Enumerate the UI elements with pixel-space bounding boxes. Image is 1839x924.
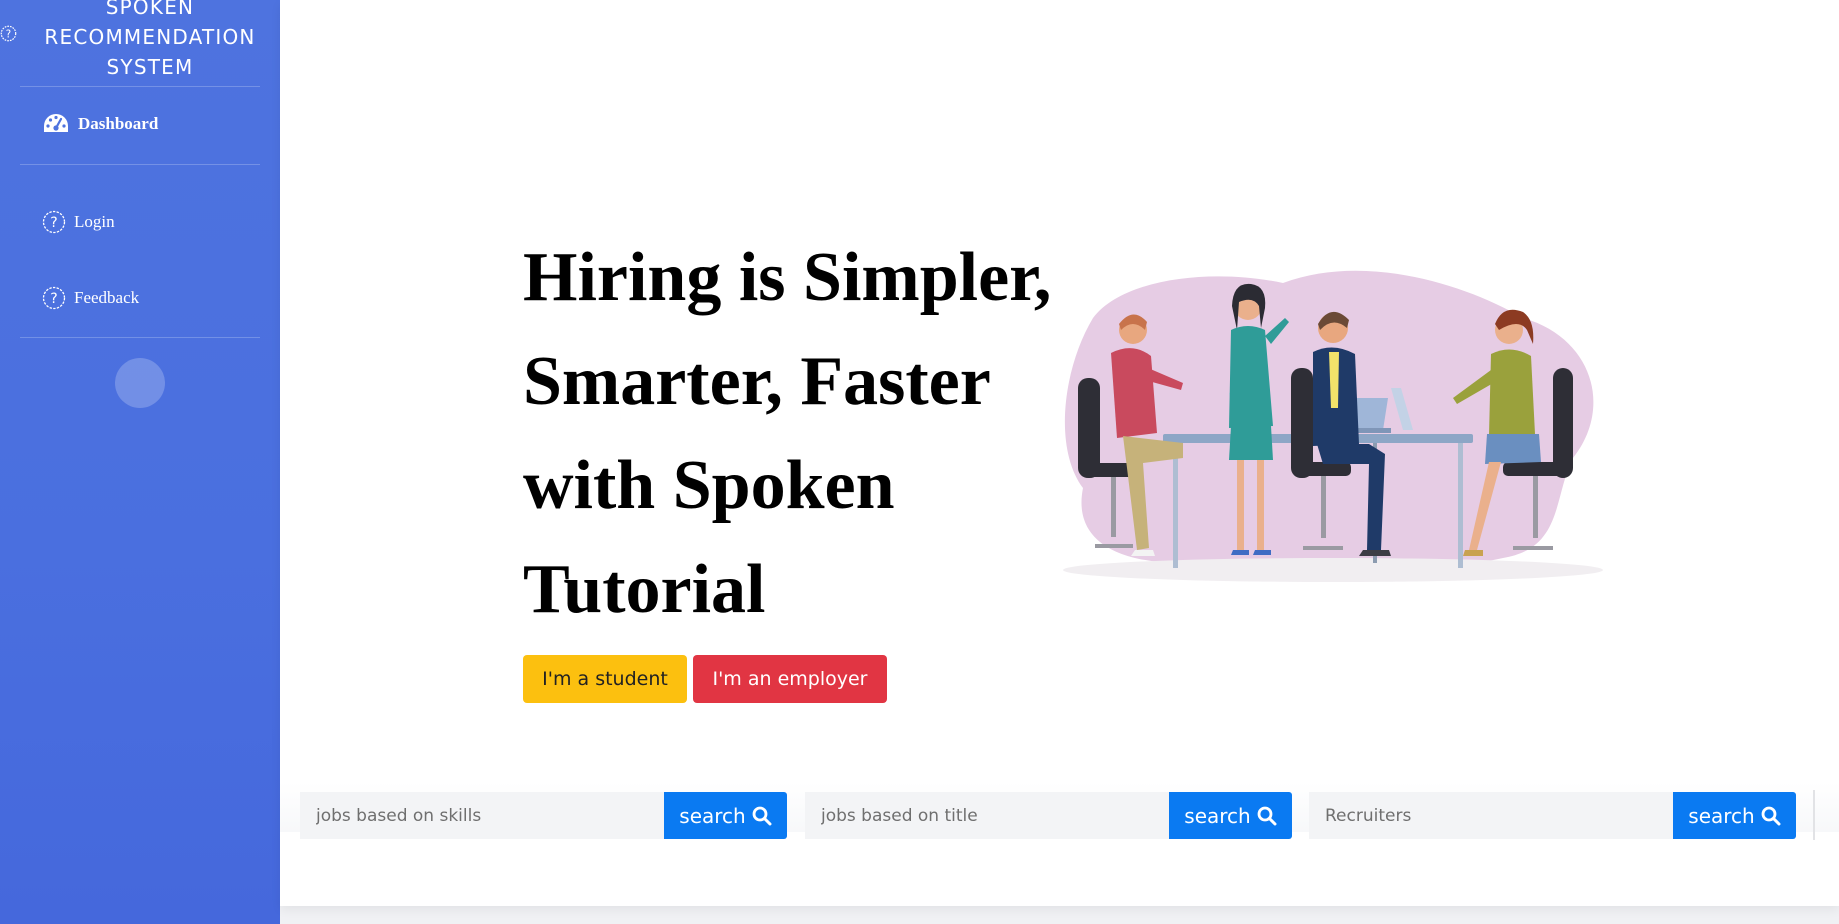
- search-icon: [1257, 806, 1277, 825]
- sidebar-item-login[interactable]: ? Login: [42, 210, 115, 234]
- search-title-group: search: [805, 792, 1292, 839]
- question-circle-icon: ?: [42, 210, 66, 234]
- search-icon: [752, 806, 772, 825]
- search-button-label: search: [1184, 803, 1251, 828]
- brand-line: SPOKEN: [105, 0, 195, 19]
- sidebar: ? SPOKEN RECOMMENDATION SYSTEM Dashboard…: [0, 0, 280, 924]
- hero-title: Hiring is Simpler, Smarter, Faster with …: [523, 226, 1083, 642]
- student-button[interactable]: I'm a student: [523, 655, 687, 703]
- brand-line: SYSTEM: [106, 55, 194, 79]
- hero-title-line: Smarter, Faster: [523, 343, 991, 420]
- search-skills-group: search: [300, 792, 787, 839]
- sidebar-divider: [20, 337, 260, 338]
- question-circle-icon: ?: [0, 25, 17, 42]
- search-title-button[interactable]: search: [1169, 792, 1292, 839]
- brand-title: SPOKEN RECOMMENDATION SYSTEM: [24, 0, 276, 82]
- search-button-label: search: [679, 803, 746, 828]
- hero-title-line: Tutorial: [523, 551, 766, 628]
- sidebar-item-feedback[interactable]: ? Feedback: [42, 286, 139, 310]
- search-icon: [1761, 806, 1781, 825]
- sidebar-item-label: Login: [74, 212, 115, 231]
- search-button-label: search: [1688, 803, 1755, 828]
- sidebar-item-label: Feedback: [74, 288, 140, 307]
- hero-title-line: with Spoken: [523, 447, 895, 524]
- search-recruiters-input[interactable]: [1309, 792, 1673, 839]
- sidebar-divider: [20, 86, 260, 87]
- search-skills-input[interactable]: [300, 792, 664, 839]
- sidebar-divider: [20, 164, 260, 165]
- sidebar-item-dashboard[interactable]: Dashboard: [42, 112, 158, 136]
- employer-button[interactable]: I'm an employer: [693, 655, 887, 703]
- search-recruiters-group: search: [1309, 792, 1796, 839]
- main-content: Hiring is Simpler, Smarter, Faster with …: [280, 0, 1839, 906]
- search-recruiters-button[interactable]: search: [1673, 792, 1796, 839]
- hero-title-line: Hiring is Simpler,: [523, 239, 1052, 316]
- tachometer-icon: [44, 114, 68, 132]
- svg-text:?: ?: [50, 291, 57, 307]
- question-circle-icon: ?: [42, 286, 66, 310]
- sidebar-item-label: Dashboard: [78, 114, 159, 133]
- brand-line: RECOMMENDATION: [44, 25, 256, 49]
- svg-text:?: ?: [50, 215, 57, 231]
- search-skills-button[interactable]: search: [664, 792, 787, 839]
- divider: [1813, 790, 1815, 840]
- svg-text:?: ?: [6, 29, 11, 40]
- sidebar-toggle-button[interactable]: [115, 358, 165, 408]
- sidebar-brand[interactable]: ? SPOKEN RECOMMENDATION SYSTEM: [0, 0, 280, 86]
- team-meeting-illustration: [1063, 270, 1603, 582]
- search-title-input[interactable]: [805, 792, 1169, 839]
